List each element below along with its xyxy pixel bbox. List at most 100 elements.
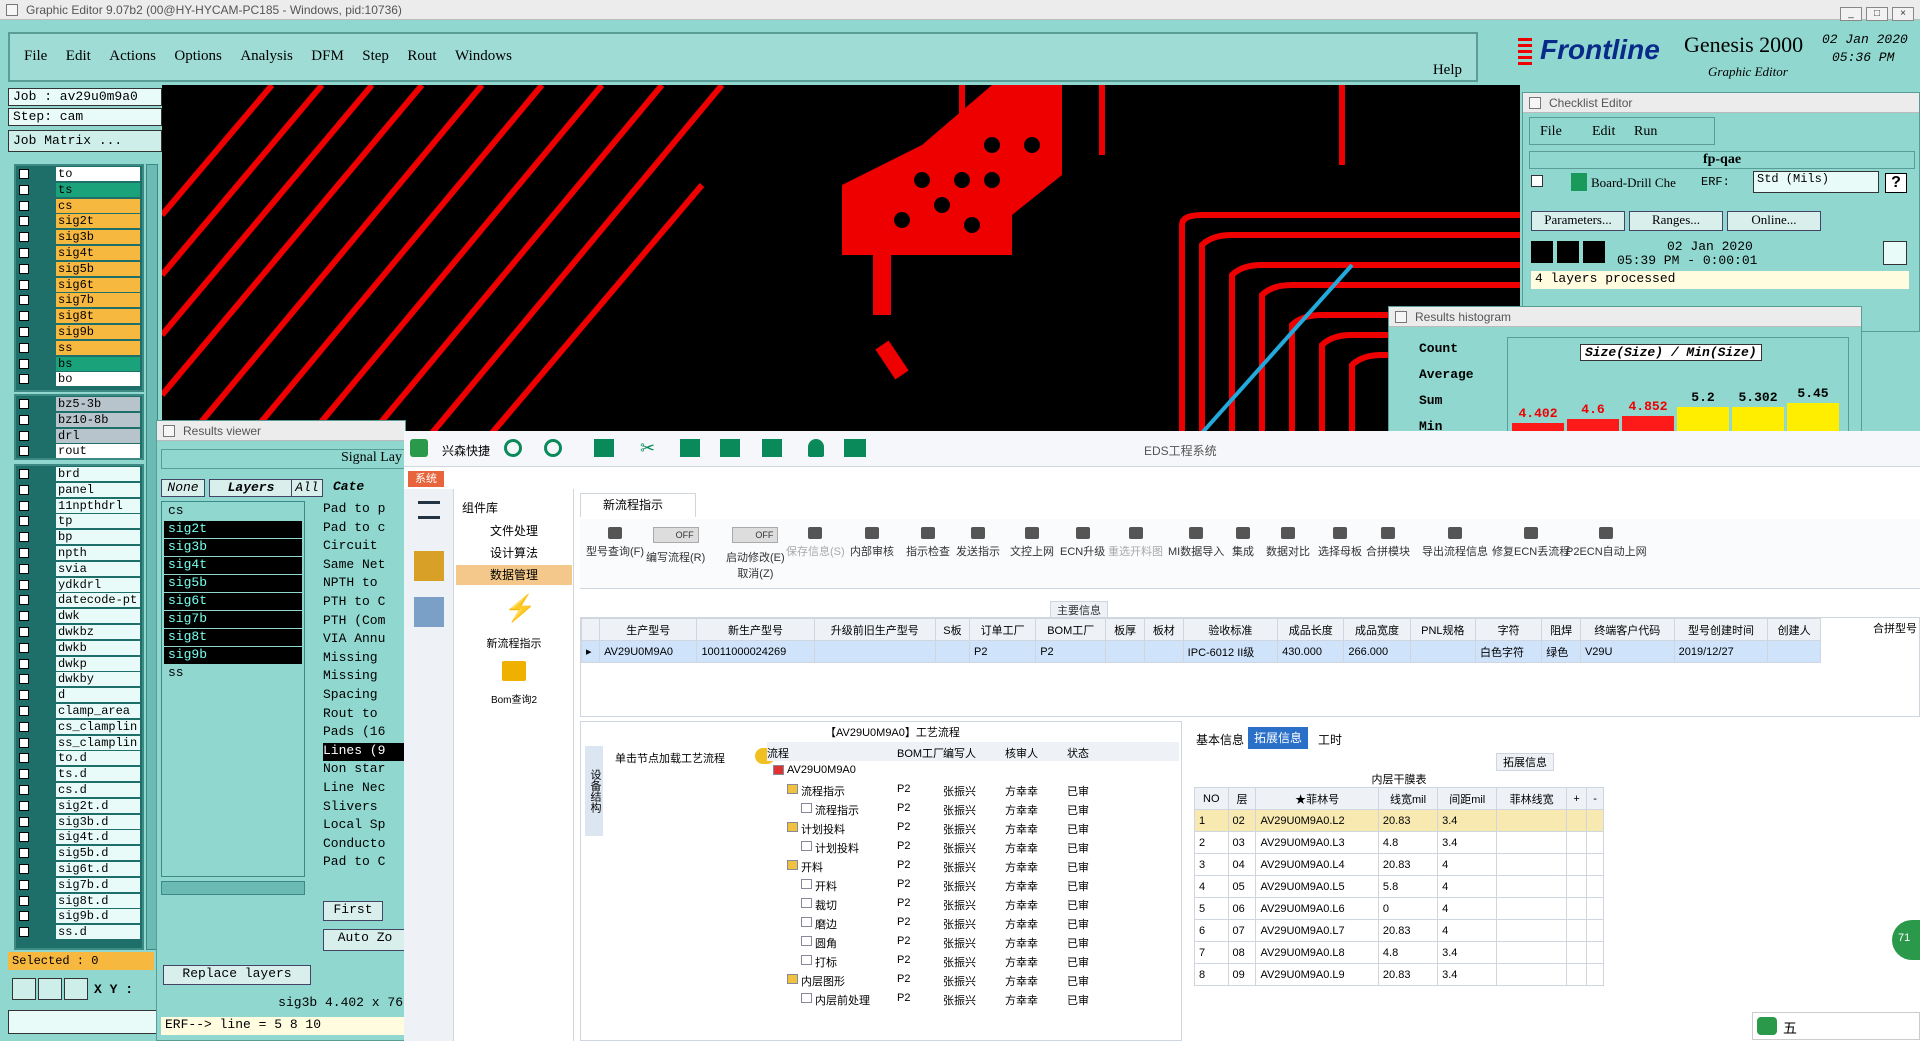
- tool-button[interactable]: 文控上网: [1010, 527, 1054, 559]
- off-toggle[interactable]: OFF: [652, 527, 699, 543]
- grid-column-header[interactable]: 板材: [1143, 618, 1184, 641]
- film-cell[interactable]: AV29U0M9A0.L2: [1255, 809, 1379, 832]
- tree-row[interactable]: 打标 P2 张振兴 方幸幸 已审: [767, 951, 1179, 970]
- rv-category-item[interactable]: Non star: [323, 761, 407, 780]
- ranges-button[interactable]: Ranges...: [1629, 211, 1723, 231]
- grid-cell[interactable]: 2019/12/27: [1673, 640, 1769, 663]
- auto-zoom-button[interactable]: Auto Zo: [323, 929, 407, 951]
- rv-layer-item[interactable]: cs: [164, 503, 302, 520]
- hamburger-menu-icon[interactable]: [418, 501, 440, 519]
- film-cell[interactable]: 3: [1194, 853, 1229, 876]
- table-row[interactable]: ▸ AV29U0M9A0 10011000024269 P2 P2 IPC-6012 II…: [581, 640, 1821, 663]
- film-cell[interactable]: [1586, 831, 1604, 854]
- tool-button[interactable]: 型号查询(F): [586, 527, 644, 559]
- film-cell[interactable]: 2: [1194, 831, 1229, 854]
- rv-category-item[interactable]: Pad to C: [323, 854, 407, 873]
- rv-category-item[interactable]: Pads (16: [323, 724, 407, 743]
- layer-row[interactable]: to.d: [16, 750, 142, 766]
- film-cell[interactable]: 20.83: [1377, 853, 1439, 876]
- rv-category-item[interactable]: VIA Annu: [323, 631, 407, 650]
- rv-layer-item[interactable]: sig2t: [164, 521, 302, 538]
- maximize-button[interactable]: □: [1866, 7, 1888, 21]
- film-cell[interactable]: 3.4: [1437, 963, 1498, 986]
- rv-layer-item[interactable]: sig7b: [164, 611, 302, 628]
- menu-actions[interactable]: Actions: [109, 48, 156, 65]
- layer-row[interactable]: d: [16, 687, 142, 703]
- layer-row[interactable]: panel: [16, 482, 142, 498]
- new-flow-button[interactable]: 新流程指示: [456, 635, 572, 651]
- tree-row[interactable]: 圆角 P2 张振兴 方幸幸 已审: [767, 932, 1179, 951]
- tree-row[interactable]: 磨边 P2 张振兴 方幸幸 已审: [767, 913, 1179, 932]
- menu-file[interactable]: File: [24, 48, 47, 65]
- film-cell[interactable]: AV29U0M9A0.L4: [1255, 853, 1379, 876]
- grid-cell[interactable]: [1409, 640, 1477, 663]
- calendar-module-icon[interactable]: [414, 597, 444, 627]
- layer-checkbox[interactable]: [19, 247, 29, 258]
- off-toggle[interactable]: OFF: [732, 527, 779, 543]
- table-icon[interactable]: [594, 439, 614, 457]
- ime-logo-icon[interactable]: [1757, 1017, 1777, 1035]
- grid-cell[interactable]: [1105, 640, 1145, 663]
- histogram-bar[interactable]: [1732, 407, 1784, 431]
- grid-column-header[interactable]: 板厚: [1105, 618, 1145, 641]
- tab-extended-info[interactable]: 拓展信息: [1248, 727, 1308, 749]
- film-cell[interactable]: 7: [1194, 941, 1229, 964]
- film-cell[interactable]: [1496, 941, 1567, 964]
- layer-row[interactable]: sig7b.d: [16, 877, 142, 893]
- tree-row[interactable]: 开料 P2 张振兴 方幸幸 已审: [767, 875, 1179, 894]
- tree-row[interactable]: 流程指示 P2 张振兴 方幸幸 已审: [767, 799, 1179, 818]
- table-row[interactable]: 7 08 AV29U0M9A0.L8 4.8 3.4: [1194, 941, 1604, 964]
- film-cell[interactable]: 04: [1227, 853, 1257, 876]
- grid-column-header[interactable]: 升级前旧生产型号: [813, 618, 936, 641]
- layer-row[interactable]: sig4t.d: [16, 829, 142, 845]
- tree-row[interactable]: 开料 P2 张振兴 方幸幸 已审: [767, 856, 1179, 875]
- layer-row[interactable]: ss_clamplin: [16, 735, 142, 751]
- film-cell[interactable]: [1496, 897, 1567, 920]
- tree-row[interactable]: 计划投料 P2 张振兴 方幸幸 已审: [767, 818, 1179, 837]
- film-cell[interactable]: 20.83: [1377, 809, 1439, 832]
- layer-checkbox[interactable]: [19, 784, 29, 795]
- layer-row[interactable]: drl: [16, 428, 142, 444]
- tool-button[interactable]: P2ECN自动上网: [1566, 527, 1647, 559]
- film-cell[interactable]: 4: [1437, 919, 1498, 942]
- layer-checkbox[interactable]: [19, 674, 29, 685]
- rv-layer-item[interactable]: sig8t: [164, 629, 302, 646]
- nav-design-algorithm[interactable]: 设计算法: [456, 543, 572, 563]
- grid-cell[interactable]: V29U: [1579, 640, 1675, 663]
- layer-row[interactable]: sig3b: [16, 229, 142, 245]
- film-cell[interactable]: 5.8: [1377, 875, 1439, 898]
- mode-count[interactable]: Count: [1419, 341, 1458, 356]
- film-cell[interactable]: 09: [1227, 963, 1257, 986]
- layer-row[interactable]: dwkb: [16, 640, 142, 656]
- grid-column-header[interactable]: 字符: [1475, 618, 1543, 641]
- grid-column-header[interactable]: PNL规格: [1409, 618, 1477, 641]
- layer-row[interactable]: cs_clamplin: [16, 719, 142, 735]
- film-cell[interactable]: 02: [1227, 809, 1257, 832]
- rv-category-item[interactable]: Slivers: [323, 799, 407, 818]
- yx-module-icon[interactable]: [414, 551, 444, 581]
- film-cell[interactable]: 3.4: [1437, 941, 1498, 964]
- film-cell[interactable]: AV29U0M9A0.L3: [1255, 831, 1379, 854]
- layer-checkbox[interactable]: [19, 311, 29, 322]
- rv-category-item[interactable]: Rout to: [323, 706, 407, 725]
- layer-checkbox[interactable]: [19, 516, 29, 527]
- film-cell[interactable]: [1565, 919, 1588, 942]
- chart-icon[interactable]: [844, 439, 866, 457]
- table-row[interactable]: 4 05 AV29U0M9A0.L5 5.8 4: [1194, 875, 1604, 898]
- layer-checkbox[interactable]: [19, 484, 29, 495]
- mode-sum[interactable]: Sum: [1419, 393, 1442, 408]
- film-cell[interactable]: 4: [1437, 853, 1498, 876]
- pan-tool-icon[interactable]: [38, 978, 62, 1000]
- rv-category-item[interactable]: PTH (Com: [323, 613, 407, 632]
- layer-checkbox[interactable]: [19, 263, 29, 274]
- layer-checkbox[interactable]: [19, 184, 29, 195]
- user-icon[interactable]: [808, 439, 824, 457]
- layer-row[interactable]: sig6t.d: [16, 861, 142, 877]
- zoom-result-icon[interactable]: [1883, 241, 1907, 265]
- film-cell[interactable]: [1565, 963, 1588, 986]
- layer-row[interactable]: cs: [16, 198, 142, 214]
- grid-column-header[interactable]: BOM工厂: [1035, 618, 1107, 641]
- rv-category-item[interactable]: Conducto: [323, 836, 407, 855]
- grid-tool-icon[interactable]: [64, 978, 88, 1000]
- tab-new-flow[interactable]: 新流程指示: [580, 493, 696, 517]
